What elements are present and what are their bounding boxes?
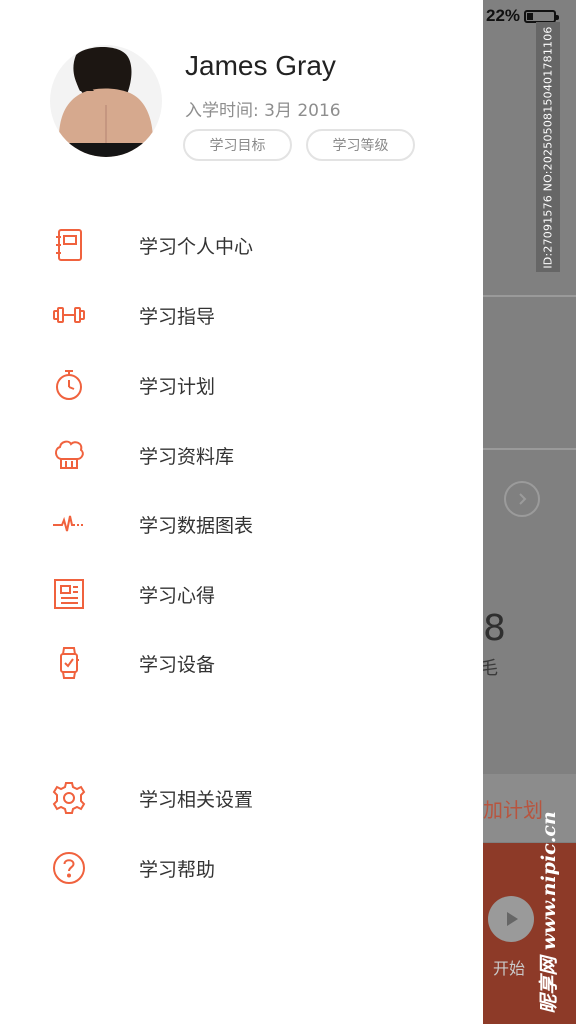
battery-percent: 22% [486, 6, 521, 25]
watermark: 昵享网 www.nipic.cn [530, 810, 564, 1014]
watermark-text: 昵享网 www.nipic.cn [537, 810, 560, 1014]
id-strip: ID:27091576 NO:20250508150401781106 [536, 22, 560, 272]
menu-label: 学习数据图表 [139, 514, 254, 537]
menu-label: 学习个人中心 [139, 235, 254, 258]
menu-item-guidance[interactable]: 学习指导 [0, 285, 483, 345]
battery-icon [524, 9, 560, 23]
divider [483, 448, 576, 450]
pulse-icon [50, 505, 88, 543]
menu-label: 学习帮助 [139, 858, 216, 881]
study-level-tag[interactable]: 学习等级 [306, 129, 415, 161]
menu-item-settings[interactable]: 学习相关设置 [0, 768, 483, 828]
chevron-right-icon[interactable] [504, 481, 540, 517]
menu-label: 学习设备 [139, 653, 216, 676]
avatar[interactable] [50, 45, 162, 157]
study-goal-tag[interactable]: 学习目标 [183, 129, 292, 161]
chef-hat-icon [50, 436, 88, 474]
play-icon [507, 912, 518, 926]
smartwatch-icon [50, 644, 88, 682]
menu-item-plan[interactable]: 学习计划 [0, 355, 483, 415]
menu-item-library[interactable]: 学习资料库 [0, 425, 483, 485]
user-name: James Gray [185, 50, 336, 81]
notebook-icon [50, 226, 88, 264]
menu-item-personal-center[interactable]: 学习个人中心 [0, 215, 483, 275]
play-button[interactable] [488, 896, 534, 942]
navigation-drawer: James Gray 入学时间: 3月 2016 学习目标 学习等级 学习个人中… [0, 0, 483, 1024]
background-stat-number: 8 [483, 608, 506, 649]
menu-label: 学习相关设置 [139, 788, 254, 811]
enroll-date: 入学时间: 3月 2016 [185, 101, 341, 121]
start-label: 开始 [493, 959, 526, 978]
dumbbell-icon [50, 296, 88, 334]
menu-label: 学习心得 [139, 584, 216, 607]
menu-label: 学习指导 [139, 305, 216, 328]
menu-item-data-chart[interactable]: 学习数据图表 [0, 494, 483, 554]
id-code: ID:27091576 NO:20250508150401781106 [541, 25, 555, 269]
newspaper-icon [50, 575, 88, 613]
divider [483, 295, 576, 297]
menu-item-devices[interactable]: 学习设备 [0, 633, 483, 693]
menu-item-notes[interactable]: 学习心得 [0, 564, 483, 624]
menu-label: 学习计划 [139, 375, 216, 398]
menu-item-help[interactable]: 学习帮助 [0, 838, 483, 898]
gear-icon [50, 779, 88, 817]
help-icon [50, 849, 88, 887]
menu-label: 学习资料库 [139, 445, 235, 468]
stopwatch-icon [50, 366, 88, 404]
